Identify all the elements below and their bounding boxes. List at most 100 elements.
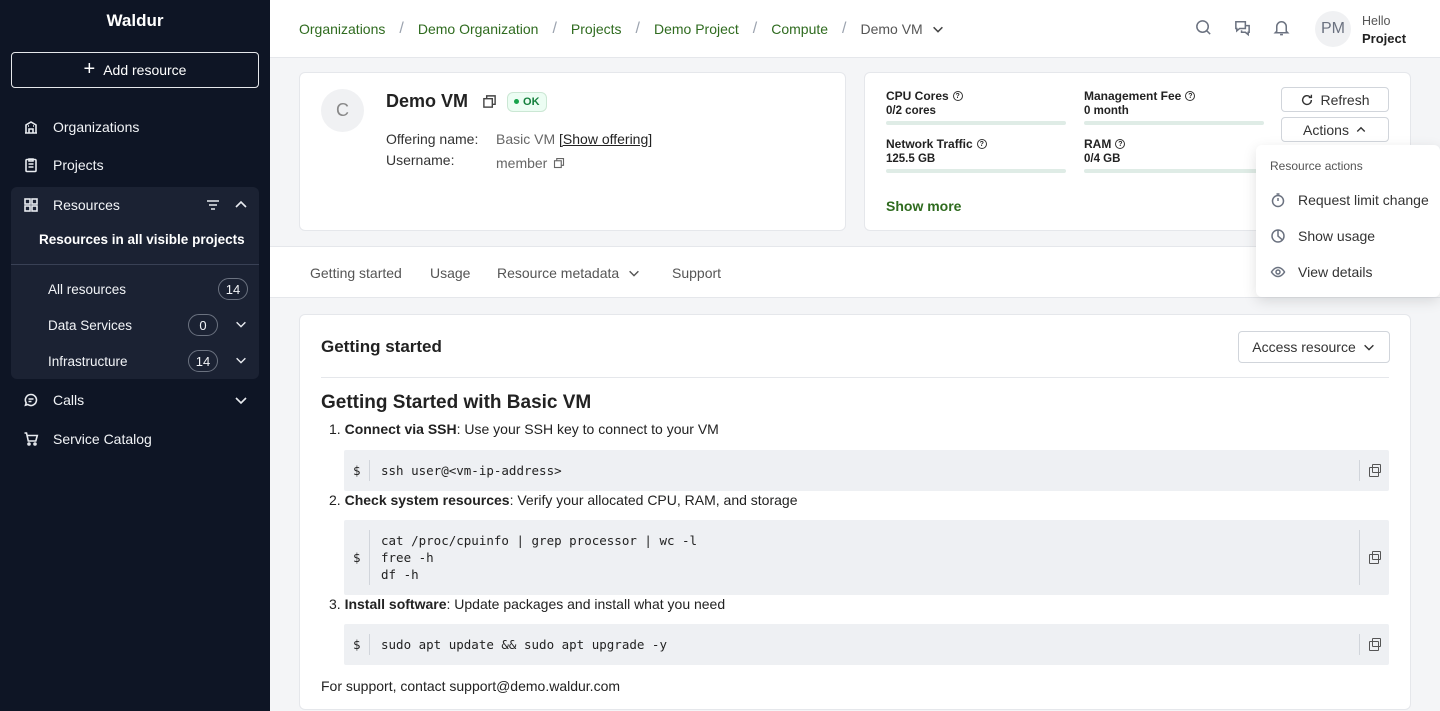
count-badge: 14 bbox=[188, 350, 218, 372]
copy-icon[interactable] bbox=[1369, 638, 1381, 651]
help-icon[interactable]: ? bbox=[976, 139, 987, 149]
tab-resource-metadata[interactable]: Resource metadata bbox=[497, 265, 641, 281]
count-badge: 0 bbox=[188, 314, 218, 336]
step-number: 3. bbox=[329, 596, 341, 612]
chevron-down-icon[interactable] bbox=[226, 353, 248, 370]
resource-filter-data-services[interactable]: Data Services 0 bbox=[48, 313, 248, 337]
sidebar-item-resources[interactable]: Resources bbox=[11, 187, 259, 223]
show-offering-link[interactable]: [Show offering] bbox=[559, 131, 652, 147]
breadcrumb-demo-organization[interactable]: Demo Organization bbox=[418, 21, 539, 37]
show-more-link[interactable]: Show more bbox=[886, 198, 961, 214]
resource-filter-infrastructure[interactable]: Infrastructure 14 bbox=[48, 349, 248, 373]
breadcrumb-compute[interactable]: Compute bbox=[771, 21, 828, 37]
eye-icon bbox=[1270, 266, 1286, 278]
avatar[interactable]: PM bbox=[1315, 11, 1351, 47]
app-logo[interactable]: Waldur bbox=[0, 0, 270, 40]
bell-icon[interactable] bbox=[1272, 18, 1291, 37]
step-number: 1. bbox=[329, 421, 341, 437]
count-badge: 14 bbox=[218, 278, 248, 300]
add-resource-button[interactable]: + Add resource bbox=[11, 52, 259, 88]
chevron-up-icon bbox=[1356, 126, 1366, 132]
sidebar-item-organizations[interactable]: Organizations bbox=[11, 109, 259, 145]
code-divider bbox=[1359, 460, 1360, 481]
resource-filter-all[interactable]: All resources 14 bbox=[48, 277, 248, 301]
user-greeting[interactable]: Hello Project bbox=[1362, 13, 1406, 47]
actions-label: Actions bbox=[1303, 121, 1349, 138]
chevron-down-icon bbox=[1363, 344, 1374, 351]
header: Organizations / Demo Organization / Proj… bbox=[270, 0, 1440, 58]
copy-icon[interactable] bbox=[553, 157, 565, 169]
metric-network-traffic: Network Traffic? 125.5 GB bbox=[886, 137, 1066, 173]
clipboard-icon bbox=[25, 158, 37, 173]
chevron-down-icon bbox=[629, 270, 640, 277]
search-icon[interactable] bbox=[1194, 18, 1213, 37]
breadcrumb-demo-project[interactable]: Demo Project bbox=[654, 21, 739, 37]
menu-item-show-usage[interactable]: Show usage bbox=[1270, 224, 1440, 248]
tab-getting-started[interactable]: Getting started bbox=[310, 265, 402, 281]
code-prompt: $ bbox=[353, 463, 361, 478]
copy-icon[interactable] bbox=[482, 94, 497, 109]
tab-support[interactable]: Support bbox=[672, 265, 721, 281]
code-block: $ sudo apt update && sudo apt upgrade -y bbox=[344, 624, 1389, 665]
code-text: cat /proc/cpuinfo | grep processor | wc … bbox=[381, 533, 698, 582]
refresh-button[interactable]: Refresh bbox=[1281, 87, 1389, 112]
chevron-down-icon[interactable] bbox=[226, 317, 248, 334]
offering-value-row: Basic VM [Show offering] bbox=[496, 131, 652, 147]
help-icon[interactable]: ? bbox=[1185, 91, 1196, 101]
status-text: OK bbox=[523, 95, 540, 108]
breadcrumb-current[interactable]: Demo VM bbox=[860, 21, 944, 37]
sidebar-item-label: Service Catalog bbox=[53, 431, 152, 447]
copy-icon[interactable] bbox=[1369, 551, 1381, 564]
step-number: 2. bbox=[329, 492, 341, 508]
offering-value: Basic VM bbox=[496, 131, 556, 147]
resource-summary-card: C Demo VM OK Offering name: Basic VM [Sh… bbox=[299, 72, 846, 231]
help-icon[interactable]: ? bbox=[1115, 139, 1126, 149]
sidebar-item-calls[interactable]: Calls bbox=[11, 382, 259, 418]
resource-filter-label: All resources bbox=[48, 281, 127, 297]
menu-item-view-details[interactable]: View details bbox=[1270, 260, 1440, 284]
breadcrumb-current-label: Demo VM bbox=[860, 21, 923, 37]
chat-icon bbox=[24, 393, 38, 407]
metric-progress-bar bbox=[1084, 121, 1264, 125]
menu-item-request-limit-change[interactable]: Request limit change bbox=[1270, 188, 1440, 212]
code-divider bbox=[369, 530, 370, 585]
messages-icon[interactable] bbox=[1233, 18, 1252, 37]
copy-icon[interactable] bbox=[1369, 464, 1381, 477]
code-prompt: $ bbox=[353, 637, 361, 652]
add-resource-label: Add resource bbox=[103, 62, 187, 78]
breadcrumb-organizations[interactable]: Organizations bbox=[299, 21, 385, 37]
help-icon[interactable]: ? bbox=[952, 91, 963, 101]
sidebar-item-service-catalog[interactable]: Service Catalog bbox=[11, 421, 259, 457]
resource-avatar: C bbox=[321, 89, 364, 132]
metric-label: Management Fee bbox=[1084, 89, 1182, 103]
code-divider bbox=[1359, 634, 1360, 655]
chevron-up-icon[interactable] bbox=[233, 197, 249, 213]
status-badge: OK bbox=[507, 91, 547, 112]
offering-row: Offering name: bbox=[386, 131, 478, 147]
step-text: : Update packages and install what you n… bbox=[446, 596, 726, 612]
resource-title-row: Demo VM OK bbox=[386, 91, 547, 112]
access-resource-button[interactable]: Access resource bbox=[1238, 331, 1390, 363]
sidebar-item-projects[interactable]: Projects bbox=[11, 147, 259, 183]
breadcrumb-projects[interactable]: Projects bbox=[571, 21, 622, 37]
chevron-down-icon bbox=[932, 26, 943, 33]
access-resource-label: Access resource bbox=[1252, 339, 1356, 355]
metric-label: RAM bbox=[1084, 137, 1112, 151]
actions-button[interactable]: Actions bbox=[1281, 117, 1389, 142]
divider bbox=[321, 377, 1389, 378]
metric-progress-bar bbox=[886, 121, 1066, 125]
username-value-row: member bbox=[496, 155, 565, 171]
step-title: Connect via SSH bbox=[344, 421, 457, 437]
refresh-icon bbox=[1302, 94, 1313, 105]
timer-icon bbox=[1271, 193, 1285, 208]
guide-step: 1. Connect via SSH: Use your SSH key to … bbox=[329, 421, 719, 437]
sidebar-item-label: Organizations bbox=[53, 119, 140, 135]
resource-filter-label: Data Services bbox=[48, 317, 133, 333]
tab-usage[interactable]: Usage bbox=[430, 265, 470, 281]
cart-icon bbox=[24, 432, 39, 446]
filter-icon[interactable] bbox=[205, 197, 221, 213]
resources-scope-label[interactable]: Resources in all visible projects bbox=[39, 232, 245, 247]
support-note: For support, contact support@demo.waldur… bbox=[321, 678, 621, 694]
divider bbox=[11, 264, 259, 265]
chevron-down-icon[interactable] bbox=[233, 392, 249, 408]
